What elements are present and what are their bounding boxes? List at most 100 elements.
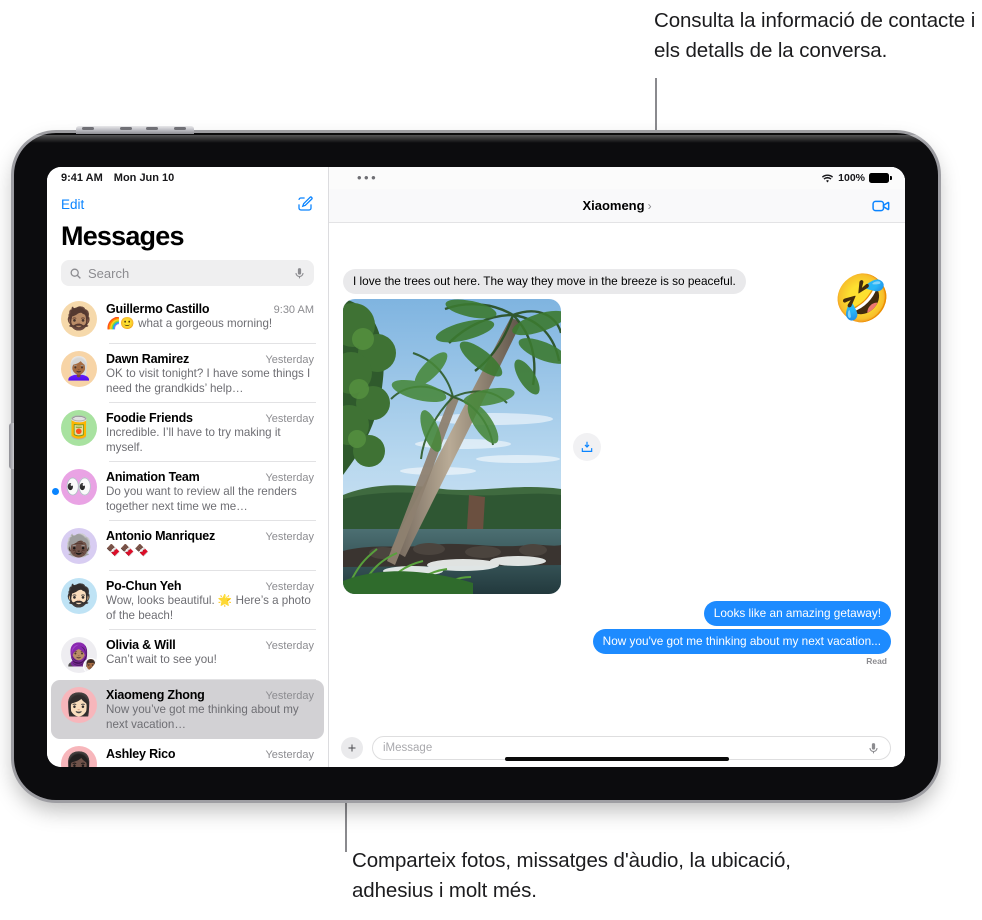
conversation-preview: Now you’ve got me thinking about my next… xyxy=(106,703,299,731)
conversation-list-item[interactable]: 👀 Animation Team Yesterday Do you want to r… xyxy=(51,462,324,521)
conversation-timestamp: Yesterday xyxy=(265,531,314,543)
conversation-list-item[interactable]: 🥫 Foodie Friends Yesterday Incredible. I’ll… xyxy=(51,403,324,462)
conversation-item-body: Ashley Rico Yesterday xyxy=(106,746,314,762)
screenshot-root: Consulta la informació de contacte i els… xyxy=(0,0,982,920)
ipad-device-frame: 9:41 AM Mon Jun 10 Edit Messages Search … xyxy=(9,126,938,800)
multitasking-dots-icon[interactable]: ••• xyxy=(345,171,378,184)
conversation-name: Guillermo Castillo xyxy=(106,302,210,316)
message-bubble[interactable]: Looks like an amazing getaway! xyxy=(703,601,891,626)
conversation-header: Xiaomeng › xyxy=(329,189,905,223)
facetime-video-icon[interactable] xyxy=(871,196,891,216)
conversation-item-header: Po-Chun Yeh Yesterday xyxy=(106,579,314,593)
conversation-item-body: Po-Chun Yeh Yesterday Wow, looks beautiful… xyxy=(106,578,314,623)
callout-share-options: Comparteix fotos, missatges d'àudio, la … xyxy=(352,849,791,902)
callout-contact-info: Consulta la informació de contacte i els… xyxy=(654,9,976,62)
conversation-name: Olivia & Will xyxy=(106,638,176,652)
conversation-item-body: Olivia & Will Yesterday Can’t wait to see … xyxy=(106,637,314,668)
edit-button[interactable]: Edit xyxy=(61,197,84,212)
conversation-item-header: Ashley Rico Yesterday xyxy=(106,747,314,761)
avatar: 👩🏻 xyxy=(61,687,97,723)
conversation-name: Foodie Friends xyxy=(106,411,193,425)
battery-percentage: 100% xyxy=(838,172,865,184)
contact-name-label: Xiaomeng xyxy=(582,198,645,213)
conversation-preview: Can’t wait to see you! xyxy=(106,653,217,666)
message-row-photo xyxy=(343,299,891,594)
sidebar-toolbar: Edit xyxy=(47,189,328,219)
avatar: 🧔🏽 xyxy=(61,301,97,337)
contact-name-button[interactable]: Xiaomeng › xyxy=(582,198,651,213)
conversation-item-header: Guillermo Castillo 9:30 AM xyxy=(106,302,314,316)
conversation-item-header: Dawn Ramirez Yesterday xyxy=(106,352,314,366)
conversation-list-item[interactable]: 👩🏻 Xiaomeng Zhong Yesterday Now you’ve got … xyxy=(51,680,324,739)
plus-icon[interactable] xyxy=(341,737,363,759)
compose-icon[interactable] xyxy=(296,195,314,213)
conversation-name: Dawn Ramirez xyxy=(106,352,190,366)
message-row-sent-1: Looks like an amazing getaway! xyxy=(343,601,891,626)
page-title: Messages xyxy=(61,221,184,251)
conversation-timestamp: Yesterday xyxy=(265,749,314,761)
conversation-timestamp: Yesterday xyxy=(265,640,314,652)
avatar: 🧓🏿 xyxy=(61,528,97,564)
conversation-name: Antonio Manriquez xyxy=(106,529,216,543)
conversation-list-item[interactable]: 🧓🏿 Antonio Manriquez Yesterday 🍫🍫🍫 xyxy=(51,521,324,571)
avatar: 👩🏾‍🦳 xyxy=(61,351,97,387)
device-side-button xyxy=(9,423,14,469)
message-bubble[interactable]: Now you've got me thinking about my next… xyxy=(592,629,891,654)
avatar: 🧕🏽 👨🏾 xyxy=(61,637,97,673)
conversation-item-body: Antonio Manriquez Yesterday 🍫🍫🍫 xyxy=(106,528,314,559)
message-row-sent-2: Now you've got me thinking about my next… xyxy=(343,629,891,654)
conversation-list-item[interactable]: 👩🏾‍🦳 Dawn Ramirez Yesterday OK to visit ton… xyxy=(51,344,324,403)
conversation-preview: 🌈🙂 what a gorgeous morning! xyxy=(106,317,273,330)
avatar: 👩🏿 xyxy=(61,746,97,767)
attached-photo[interactable] xyxy=(343,299,561,594)
conversation-timestamp: Yesterday xyxy=(265,581,314,593)
conversation-list-item[interactable]: 👩🏿 Ashley Rico Yesterday xyxy=(51,739,324,767)
status-right-group: 100% xyxy=(821,172,892,184)
conversation-item-header: Xiaomeng Zhong Yesterday xyxy=(106,688,314,702)
sidebar-status-bar: 9:41 AM Mon Jun 10 xyxy=(47,167,328,189)
message-bubble[interactable]: I love the trees out here. The way they … xyxy=(343,269,746,294)
conversation-timestamp: Yesterday xyxy=(265,690,314,702)
conversation-timestamp: 9:30 AM xyxy=(273,304,314,316)
conversation-name: Xiaomeng Zhong xyxy=(106,688,205,702)
conversation-preview: Wow, looks beautiful. 🌟 Here’s a photo o… xyxy=(106,594,311,622)
avatar-secondary: 👨🏾 xyxy=(83,658,97,673)
avatar: 🥫 xyxy=(61,410,97,446)
search-container: Search xyxy=(47,260,328,294)
conversation-list-item[interactable]: 🧔🏽 Guillermo Castillo 9:30 AM 🌈🙂 what a gor… xyxy=(51,294,324,344)
conversation-item-header: Antonio Manriquez Yesterday xyxy=(106,529,314,543)
device-top-edge-buttons xyxy=(76,126,194,134)
conversation-preview: Incredible. I’ll have to try making it m… xyxy=(106,426,281,454)
message-thread: 🤣 I love the trees out here. The way the… xyxy=(329,223,905,729)
conversation-item-body: Guillermo Castillo 9:30 AM 🌈🙂 what a gorge… xyxy=(106,301,314,332)
conversation-list-item[interactable]: 🧕🏽 👨🏾 Olivia & Will Yesterday Can’t wait to … xyxy=(51,630,324,680)
conversation-timestamp: Yesterday xyxy=(265,413,314,425)
microphone-icon[interactable] xyxy=(293,267,306,280)
avatar: 🧔🏻 xyxy=(61,578,97,614)
search-placeholder: Search xyxy=(88,265,130,281)
conversation-name: Animation Team xyxy=(106,470,200,484)
conversation-preview: OK to visit tonight? I have some things … xyxy=(106,367,311,395)
read-receipt: Read xyxy=(866,656,887,666)
avatar: 👀 xyxy=(61,469,97,505)
conversation-timestamp: Yesterday xyxy=(265,472,314,484)
save-to-photos-icon[interactable] xyxy=(573,432,601,461)
unread-dot xyxy=(52,488,59,495)
conversation-item-header: Animation Team Yesterday xyxy=(106,470,314,484)
battery-icon xyxy=(869,173,892,183)
conversation-list[interactable]: 🧔🏽 Guillermo Castillo 9:30 AM 🌈🙂 what a gor… xyxy=(47,294,328,767)
conversation-status-bar: ••• 100% xyxy=(329,167,905,189)
search-input[interactable]: Search xyxy=(61,260,314,286)
microphone-icon[interactable] xyxy=(867,742,880,755)
wifi-icon xyxy=(821,173,834,184)
conversation-preview: 🍫🍫🍫 xyxy=(106,544,150,557)
conversation-list-item[interactable]: 🧔🏻 Po-Chun Yeh Yesterday Wow, looks beautif… xyxy=(51,571,324,630)
home-indicator xyxy=(505,757,729,761)
message-composer: iMessage xyxy=(329,729,905,767)
search-icon xyxy=(69,267,82,280)
conversation-item-body: Foodie Friends Yesterday Incredible. I’ll … xyxy=(106,410,314,455)
conversation-item-body: Animation Team Yesterday Do you want to re… xyxy=(106,469,314,514)
sticker-reaction[interactable]: 🤣 xyxy=(834,275,891,321)
conversation-item-header: Foodie Friends Yesterday xyxy=(106,411,314,425)
conversation-item-body: Dawn Ramirez Yesterday OK to visit tonight… xyxy=(106,351,314,396)
